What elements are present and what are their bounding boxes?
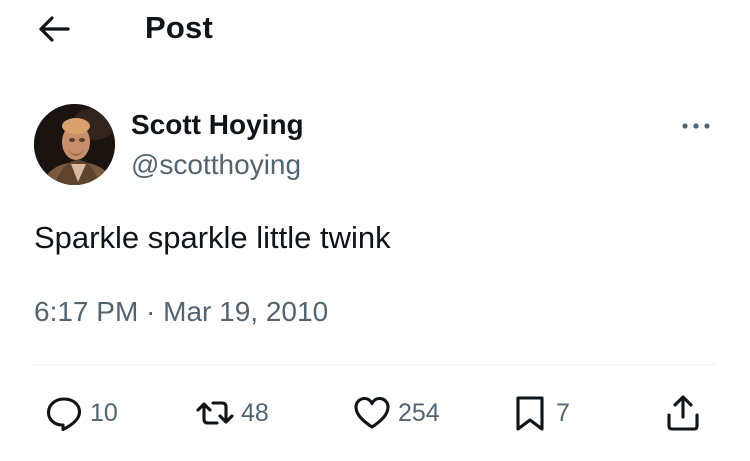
author-display-name[interactable]: Scott Hoying (131, 107, 304, 143)
reply-icon (46, 397, 82, 432)
more-horizontal-icon (682, 123, 710, 129)
like-button[interactable]: 254 (352, 392, 440, 434)
heart-icon (354, 396, 390, 429)
avatar-image (34, 104, 115, 185)
bookmark-icon (516, 396, 544, 431)
post-text: Sparkle sparkle little twink (34, 220, 391, 255)
post-timestamp[interactable]: 6:17 PM · Mar 19, 2010 (34, 292, 328, 332)
avatar[interactable] (34, 104, 115, 185)
repost-icon (196, 401, 234, 425)
share-button[interactable] (663, 392, 703, 434)
divider (34, 364, 716, 365)
page-title: Post (145, 10, 213, 45)
bookmark-count: 7 (556, 399, 570, 427)
bookmark-button[interactable]: 7 (510, 392, 570, 434)
like-count: 254 (398, 399, 440, 427)
repost-count: 48 (241, 399, 269, 427)
reply-button[interactable]: 10 (44, 392, 118, 434)
top-bar: Post (0, 0, 750, 60)
share-icon (667, 395, 699, 431)
author-handle[interactable]: @scotthoying (131, 147, 301, 183)
arrow-left-icon (39, 16, 70, 42)
more-options-button[interactable] (678, 114, 714, 138)
reply-count: 10 (90, 399, 118, 427)
back-button[interactable] (34, 12, 74, 46)
repost-button[interactable]: 48 (195, 392, 269, 434)
